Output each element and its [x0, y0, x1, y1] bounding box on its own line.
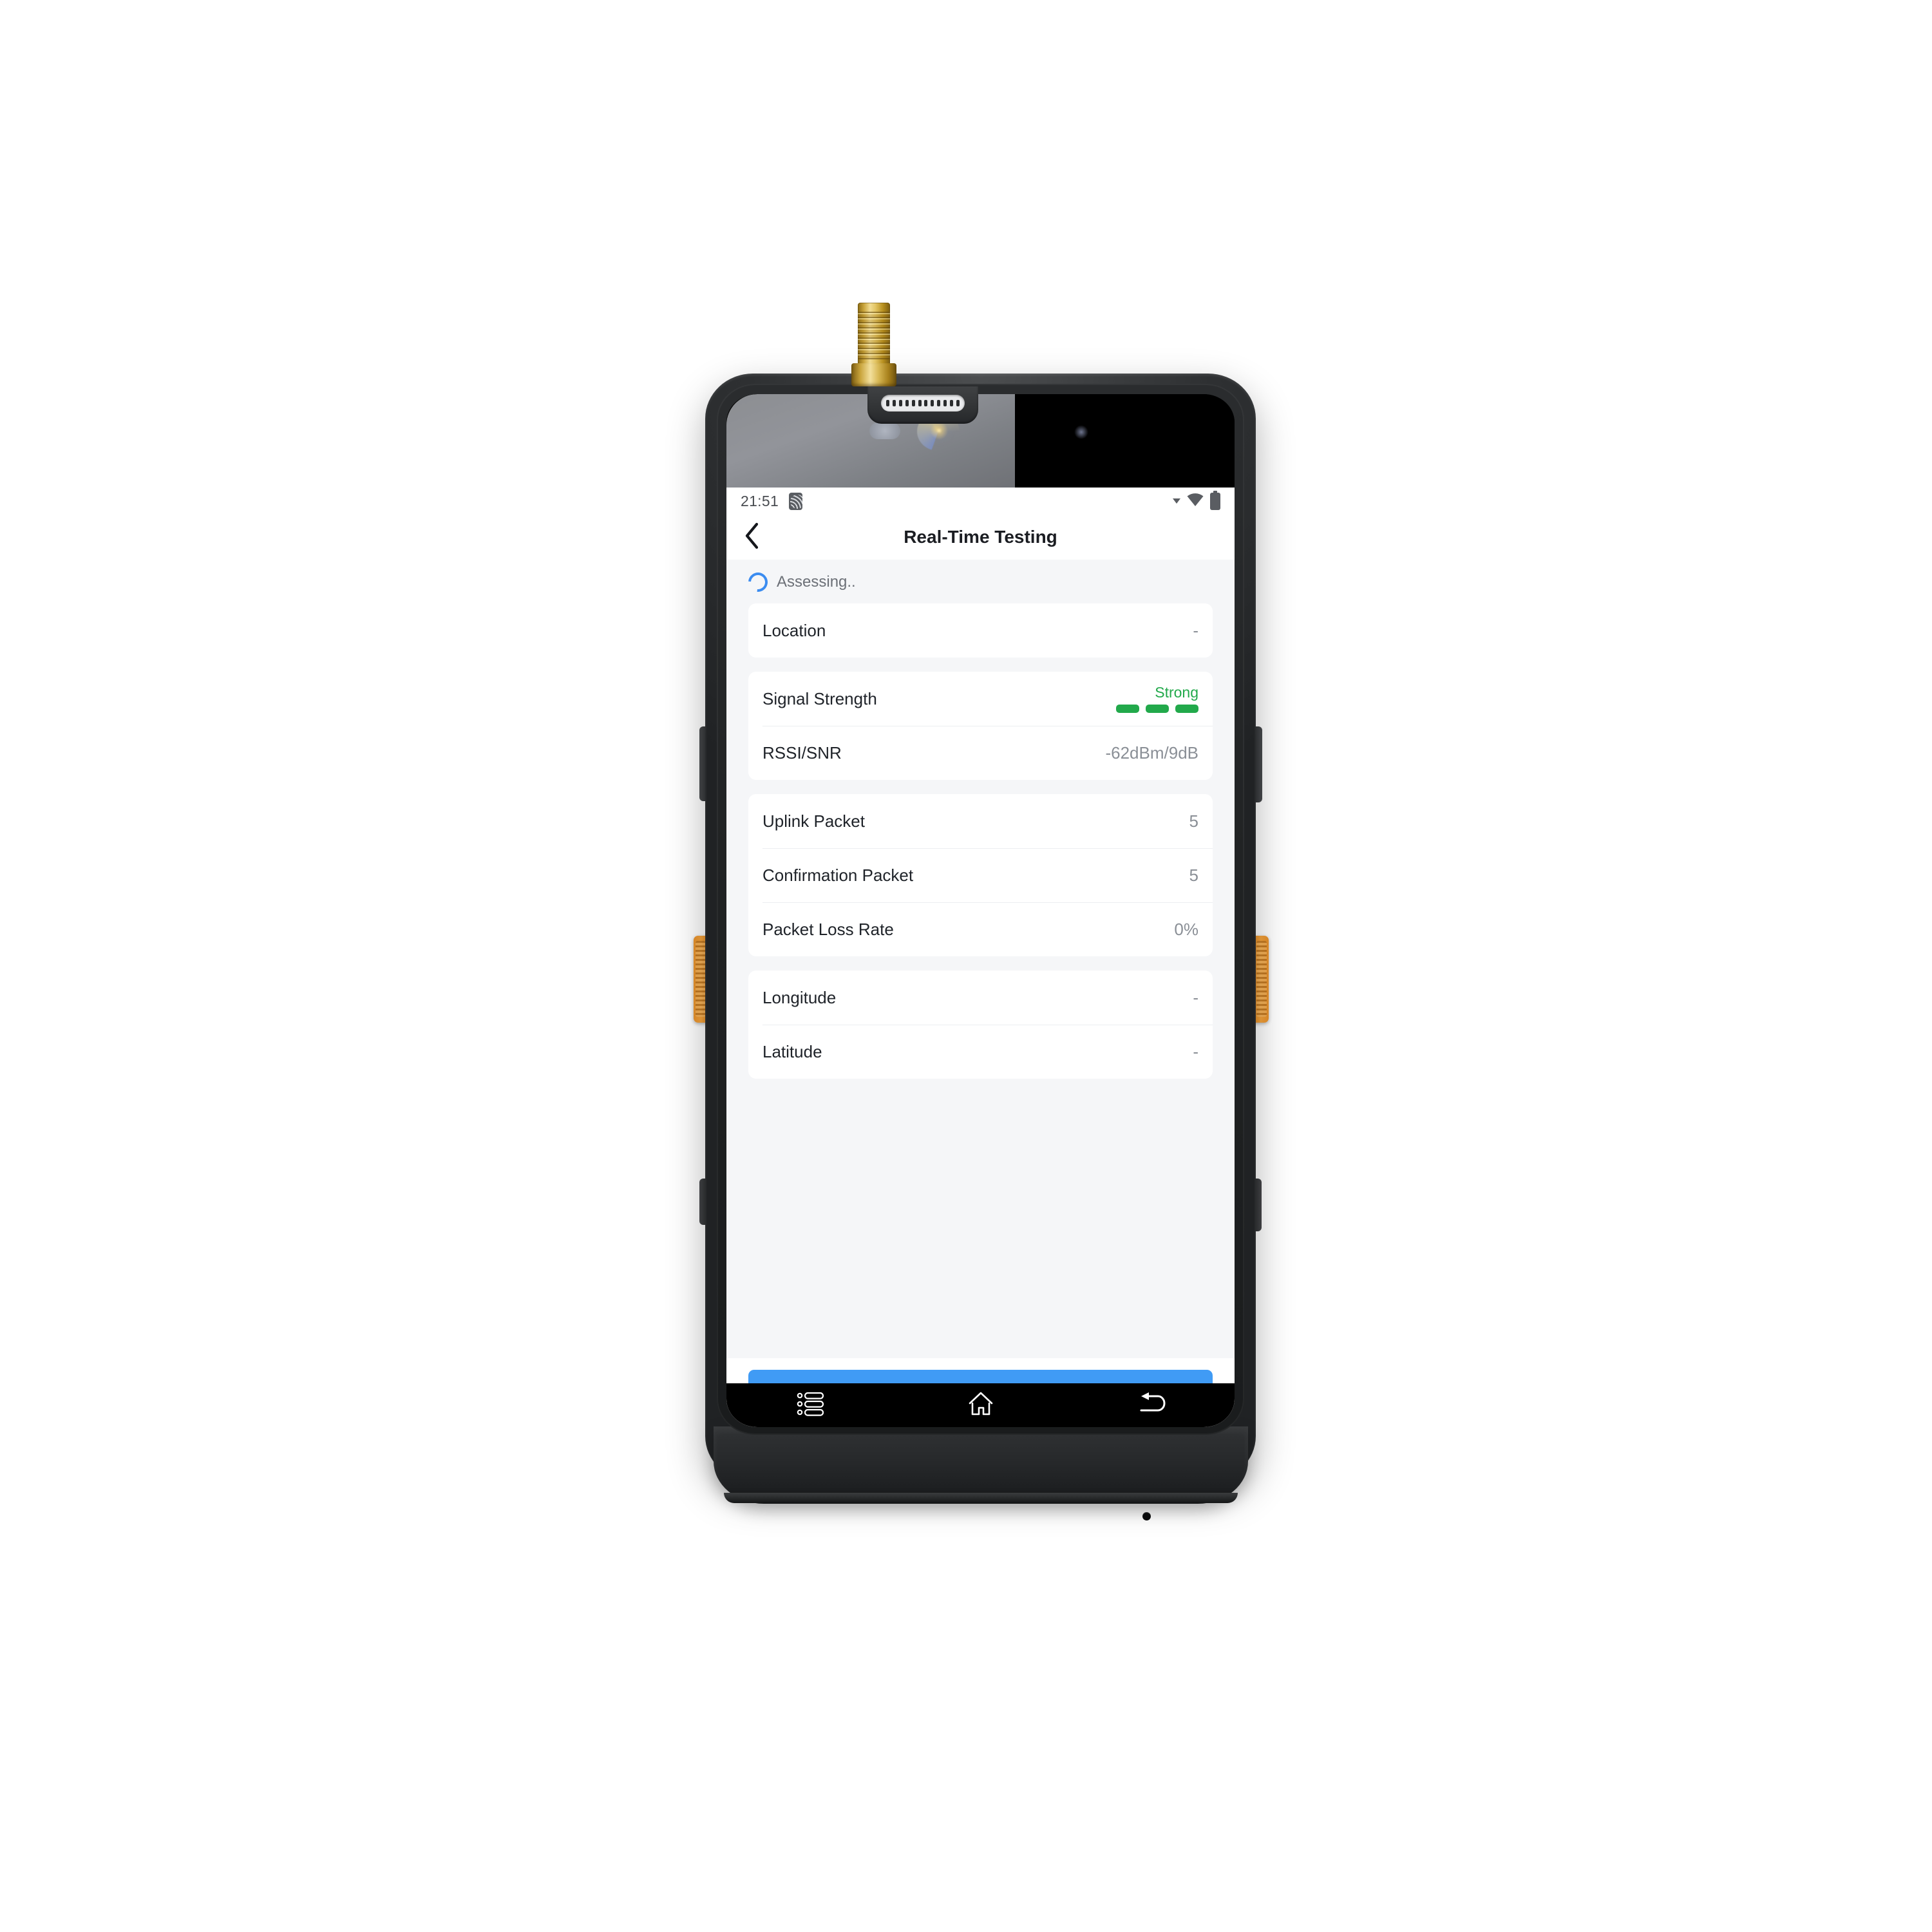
row-packet-loss-rate[interactable]: Packet Loss Rate 0% [748, 902, 1213, 956]
recents-list-icon [797, 1391, 826, 1420]
signal-card: Signal Strength Strong RSSI/SNR -62dBm/9… [748, 672, 1213, 780]
row-uplink-packet[interactable]: Uplink Packet 5 [748, 794, 1213, 848]
proximity-sensor [869, 422, 900, 439]
grille-slot [918, 400, 922, 406]
coordinates-card: Longitude - Latitude - [748, 971, 1213, 1079]
status-bar-clock: 21:51 [741, 492, 779, 509]
status-bar-right-group [1173, 490, 1220, 510]
grille-slot [886, 400, 889, 406]
device-stage: 21:51 Real-Time Testing Assessing.. Loca… [0, 0, 1932, 1932]
back-arrow-icon [1135, 1391, 1166, 1420]
signal-bar [1116, 704, 1139, 713]
grille-slot [956, 400, 960, 406]
back-nav-button[interactable] [1115, 1387, 1186, 1423]
signal-bars-icon [1116, 704, 1198, 713]
grille-slot [950, 400, 954, 406]
row-confirmation-packet[interactable]: Confirmation Packet 5 [748, 848, 1213, 902]
battery-icon [1210, 490, 1220, 510]
row-label: RSSI/SNR [762, 743, 842, 762]
row-value: - [1193, 620, 1198, 640]
row-latitude[interactable]: Latitude - [748, 1025, 1213, 1079]
row-label: Location [762, 620, 826, 640]
home-icon [966, 1390, 996, 1421]
row-value: - [1193, 987, 1198, 1007]
chevron-left-icon [744, 522, 761, 553]
assessing-status: Assessing.. [726, 560, 1235, 603]
grille-slot [931, 400, 934, 406]
row-longitude[interactable]: Longitude - [748, 971, 1213, 1025]
loading-spinner-icon [744, 568, 772, 596]
row-location[interactable]: Location - [748, 603, 1213, 658]
signal-strength-indicator: Strong [1116, 685, 1198, 713]
row-value: 0% [1174, 919, 1198, 939]
status-bar: 21:51 [726, 488, 1235, 515]
row-signal-strength[interactable]: Signal Strength Strong [748, 672, 1213, 726]
wifi-icon [1186, 493, 1204, 510]
row-label: Latitude [762, 1041, 822, 1061]
app-screen: 21:51 Real-Time Testing Assessing.. Loca… [726, 488, 1235, 1427]
grille-slot [905, 400, 909, 406]
grille-slot [937, 400, 941, 406]
android-navigation-bar [726, 1383, 1235, 1427]
row-label: Packet Loss Rate [762, 919, 894, 939]
light-sensor [1074, 425, 1088, 439]
signal-bar [1175, 704, 1198, 713]
app-bar: Real-Time Testing [726, 515, 1235, 560]
antenna-threads [858, 312, 890, 359]
grille-slot [898, 400, 902, 406]
status-badge: Strong [1155, 683, 1198, 701]
signal-arcs-icon [789, 492, 803, 510]
row-value: - [1193, 1041, 1198, 1061]
phone-bottom-bulge [714, 1426, 1248, 1504]
grille-slot [943, 400, 947, 406]
content-area: Assessing.. Location - Signal Strength S… [726, 560, 1235, 1358]
phone-screen: 21:51 Real-Time Testing Assessing.. Loca… [726, 394, 1235, 1427]
page-title: Real-Time Testing [904, 527, 1057, 547]
phone-bottom-lip [724, 1493, 1238, 1503]
sma-antenna-connector [849, 303, 899, 388]
antenna-nut [851, 363, 896, 386]
assessing-label: Assessing.. [777, 573, 856, 591]
packet-card: Uplink Packet 5 Confirmation Packet 5 Pa… [748, 794, 1213, 956]
back-button[interactable] [732, 516, 773, 558]
recents-button[interactable] [776, 1387, 847, 1423]
home-button[interactable] [945, 1387, 1016, 1423]
speaker-grille-icon [881, 395, 965, 412]
microphone-hole [1142, 1512, 1151, 1520]
signal-bar [1146, 704, 1169, 713]
location-card: Location - [748, 603, 1213, 658]
top-bezel [726, 394, 1235, 488]
grille-slot [911, 400, 915, 406]
row-label: Confirmation Packet [762, 865, 914, 885]
row-label: Signal Strength [762, 688, 877, 708]
row-value: -62dBm/9dB [1105, 743, 1198, 762]
row-rssi-snr[interactable]: RSSI/SNR -62dBm/9dB [748, 726, 1213, 780]
row-value: 5 [1189, 811, 1198, 831]
row-label: Longitude [762, 987, 837, 1007]
row-value: 5 [1189, 865, 1198, 885]
grille-slot [892, 400, 896, 406]
grille-slot [924, 400, 928, 406]
row-label: Uplink Packet [762, 811, 865, 831]
dropdown-caret-icon [1173, 498, 1180, 504]
